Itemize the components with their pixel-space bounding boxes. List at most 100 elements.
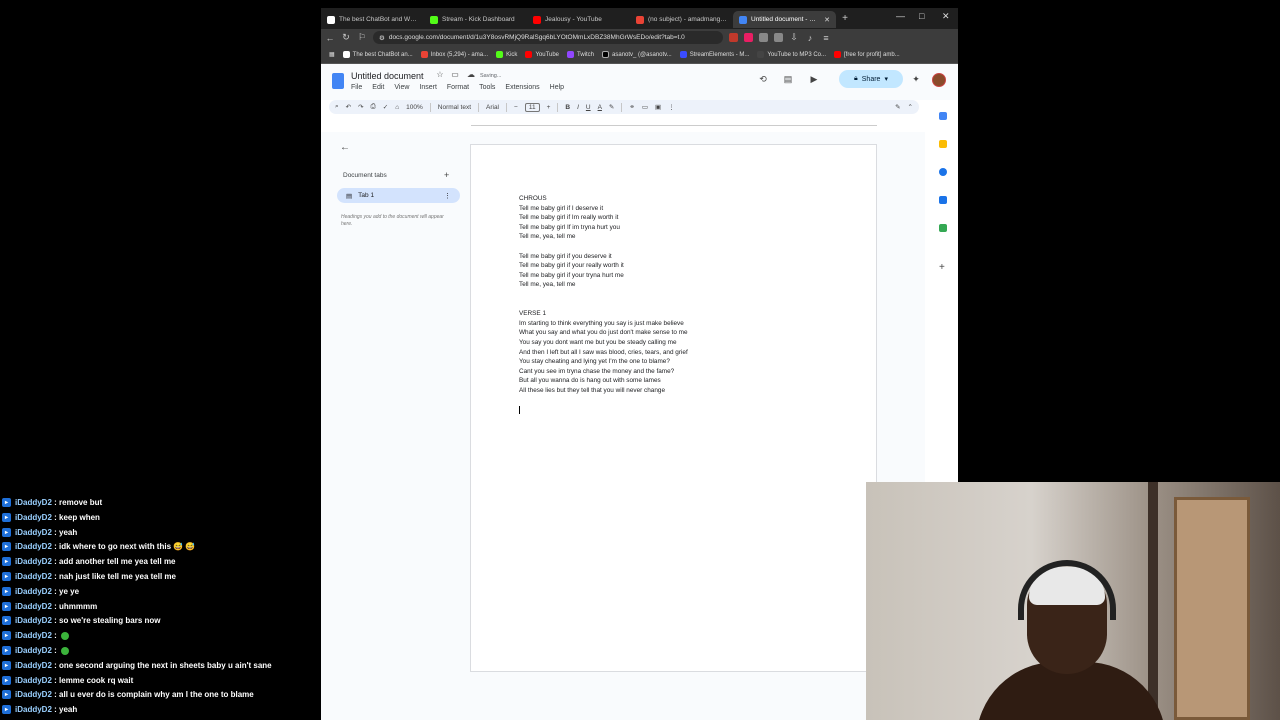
- maps-icon[interactable]: [939, 224, 947, 232]
- bookmark-item[interactable]: StreamElements - M...: [679, 51, 749, 58]
- bookmark-item[interactable]: Twitch: [567, 51, 594, 58]
- calendar-icon[interactable]: [939, 112, 947, 120]
- move-folder-icon[interactable]: ▭: [449, 70, 461, 82]
- bookmark-favicon: [496, 51, 504, 58]
- docs-logo-icon[interactable]: [332, 73, 344, 89]
- menu-edit[interactable]: Edit: [372, 84, 384, 91]
- history-icon[interactable]: ⟲: [757, 74, 769, 86]
- bookmark-item[interactable]: asanotv_ (@asanotv...: [602, 51, 672, 58]
- undo-icon[interactable]: ↶: [346, 103, 351, 111]
- zoom-select[interactable]: 100%: [406, 104, 423, 111]
- more-options-icon[interactable]: ⋮: [444, 192, 451, 200]
- close-icon[interactable]: ✕: [824, 16, 830, 24]
- browser-tab-gmail[interactable]: (no subject) - amadmangame: [630, 11, 733, 28]
- tab-strip: The best ChatBot and Widget Stream - Kic…: [321, 8, 958, 29]
- bookmark-item[interactable]: YouTube: [525, 51, 559, 58]
- bookmarks-bar: ▦ The best ChatBot an... Inbox (5,294) -…: [321, 46, 958, 64]
- print-icon[interactable]: ⎙: [371, 103, 376, 111]
- text-color-icon[interactable]: A: [598, 104, 602, 111]
- chat-text: nah just like tell me yea tell me: [59, 572, 176, 581]
- image-icon[interactable]: ▣: [655, 103, 661, 111]
- paint-format-icon[interactable]: ⌂: [395, 104, 399, 111]
- chat-text: yeah: [59, 527, 78, 537]
- chat-badge-icon: ▸: [2, 586, 11, 596]
- italic-icon[interactable]: I: [577, 104, 579, 111]
- bookmark-label: YouTube: [535, 51, 560, 58]
- chat-separator: :: [51, 675, 60, 685]
- back-icon[interactable]: ←: [325, 33, 335, 43]
- document-body[interactable]: CHROUS Tell me baby girl if I deserve it…: [519, 194, 688, 395]
- tasks-icon[interactable]: [939, 168, 947, 176]
- maximize-icon[interactable]: □: [919, 11, 924, 21]
- font-select[interactable]: Arial: [486, 104, 499, 111]
- avatar[interactable]: [932, 73, 946, 87]
- bookmark-item[interactable]: Inbox (5,294) - ama...: [420, 51, 488, 58]
- add-panel-icon[interactable]: +: [939, 263, 947, 273]
- reload-icon[interactable]: ↻: [341, 32, 351, 43]
- chat-text: add another tell me yea tell me: [59, 557, 176, 567]
- underline-icon[interactable]: U: [586, 104, 591, 111]
- window-close-icon[interactable]: ✕: [942, 11, 950, 22]
- meet-icon[interactable]: ▶: [808, 74, 820, 86]
- browser-tab-kick[interactable]: Stream - Kick Dashboard: [424, 11, 527, 28]
- menu-extensions[interactable]: Extensions: [505, 84, 539, 91]
- bookmark-icon[interactable]: ⚐: [357, 32, 367, 43]
- chat-message: ▸ iDaddyD2 : so we're stealing bars now: [0, 613, 161, 628]
- font-size-input[interactable]: 11: [524, 102, 540, 112]
- bookmark-item[interactable]: [free for profit] amb...: [834, 51, 900, 58]
- star-icon[interactable]: ☆: [434, 70, 446, 82]
- increase-size-icon[interactable]: +: [547, 104, 551, 111]
- decrease-size-icon[interactable]: −: [514, 104, 518, 111]
- keep-icon[interactable]: [939, 140, 947, 148]
- document-tab-1[interactable]: ▤ Tab 1 ⋮: [337, 188, 460, 203]
- collapse-icon[interactable]: ⌃: [908, 103, 913, 111]
- editing-mode-icon[interactable]: ✎: [895, 103, 900, 111]
- search-icon[interactable]: ⌕: [335, 103, 339, 111]
- bookmark-item[interactable]: Kick: [496, 51, 517, 58]
- extension-icon[interactable]: [774, 33, 783, 42]
- apps-icon[interactable]: ▦: [329, 51, 335, 58]
- url-field[interactable]: ⚙ docs.google.com/document/d/1u3Y8osvRMj…: [373, 31, 723, 44]
- new-tab-icon[interactable]: +: [836, 13, 854, 24]
- document-page[interactable]: CHROUS Tell me baby girl if I deserve it…: [470, 144, 877, 672]
- minimize-icon[interactable]: —: [896, 11, 905, 21]
- bold-icon[interactable]: B: [565, 104, 570, 111]
- more-icon[interactable]: ⋮: [668, 103, 675, 111]
- spellcheck-icon[interactable]: ✓: [383, 103, 388, 111]
- music-icon[interactable]: ♪: [805, 33, 815, 43]
- comment-icon[interactable]: ▤: [782, 74, 794, 86]
- menu-format[interactable]: Format: [447, 84, 469, 91]
- menu-view[interactable]: View: [394, 84, 409, 91]
- insert-comment-icon[interactable]: ▭: [642, 103, 648, 111]
- highlight-icon[interactable]: ✎: [609, 103, 614, 111]
- menu-tools[interactable]: Tools: [479, 84, 495, 91]
- browser-tab-chatbot[interactable]: The best ChatBot and Widget: [321, 11, 424, 28]
- menu-icon[interactable]: ≡: [821, 33, 831, 43]
- bookmark-favicon: [834, 51, 841, 58]
- chat-message: ▸ iDaddyD2 : nah just like tell me yea te…: [0, 569, 176, 584]
- browser-tab-youtube[interactable]: Jealousy - YouTube: [527, 11, 630, 28]
- menu-help[interactable]: Help: [550, 84, 564, 91]
- share-button[interactable]: 🔒︎ Share ▾: [839, 70, 903, 88]
- back-arrow-icon[interactable]: ←: [340, 142, 350, 153]
- bookmark-item[interactable]: YouTube to MP3 Co...: [757, 51, 826, 58]
- download-icon[interactable]: ⇩: [789, 32, 799, 43]
- document-title[interactable]: Untitled document: [351, 71, 424, 81]
- bookmark-favicon: [342, 51, 350, 58]
- menu-file[interactable]: File: [351, 84, 362, 91]
- link-icon[interactable]: ⚭: [629, 103, 634, 111]
- bookmark-item[interactable]: The best ChatBot an...: [342, 51, 413, 58]
- add-tab-icon[interactable]: +: [444, 170, 449, 180]
- extension-icon[interactable]: [729, 33, 738, 42]
- redo-icon[interactable]: ↷: [358, 103, 363, 111]
- url-text: docs.google.com/document/d/1u3Y8osvRMjQ9…: [388, 34, 685, 41]
- gemini-icon[interactable]: ✦: [910, 74, 922, 86]
- site-info-icon[interactable]: ⚙: [379, 34, 385, 42]
- extension-icon[interactable]: [759, 33, 768, 42]
- chat-text: idk where to go next with this 😅 😅: [59, 542, 196, 552]
- extension-icon[interactable]: [744, 33, 753, 42]
- contacts-icon[interactable]: [939, 196, 947, 204]
- menu-insert[interactable]: Insert: [419, 84, 437, 91]
- browser-tab-docs[interactable]: Untitled document - Goog ✕: [733, 11, 836, 28]
- style-select[interactable]: Normal text: [438, 104, 471, 111]
